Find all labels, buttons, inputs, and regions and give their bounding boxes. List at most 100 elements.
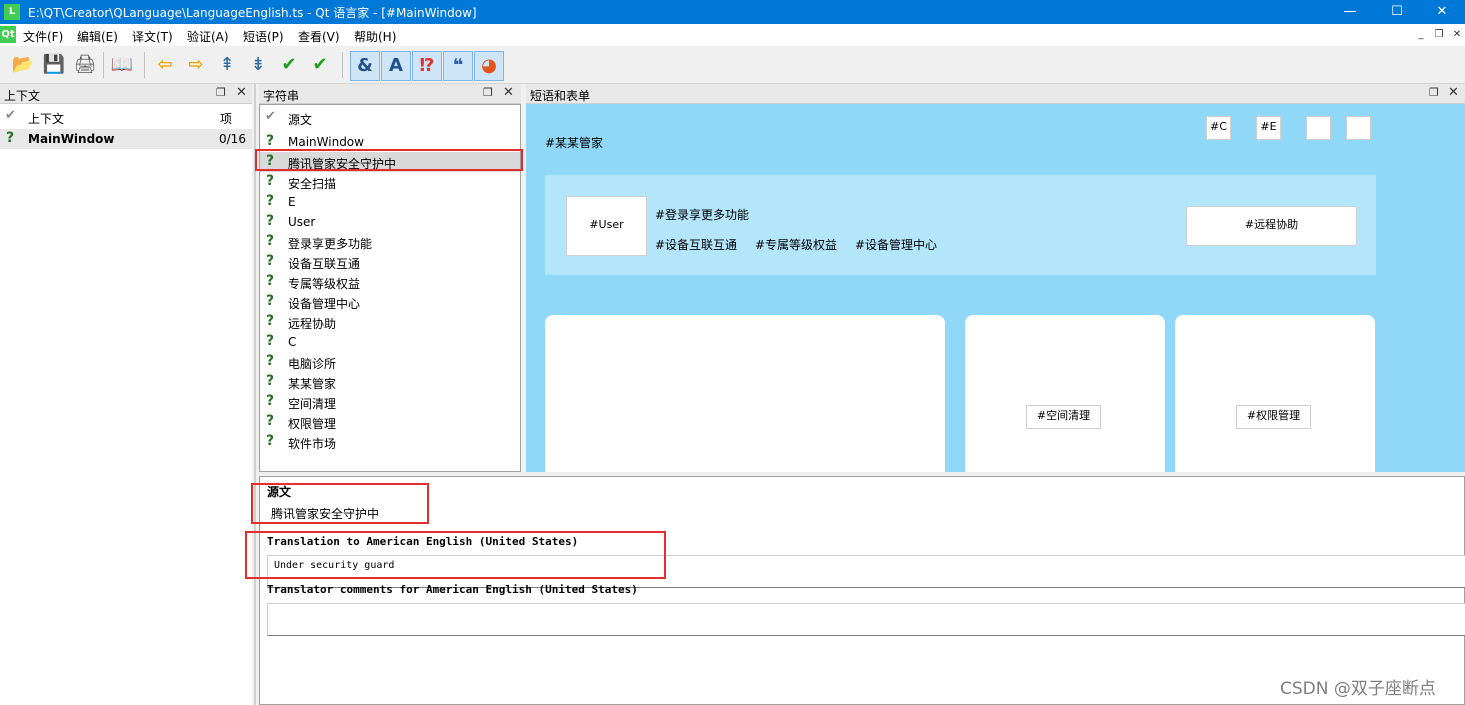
string-row[interactable]: ? 空间清理 (260, 392, 520, 412)
print-icon[interactable]: 🖨 (71, 51, 99, 79)
strings-list-header: ✔ 源文 (260, 109, 520, 129)
done-icon[interactable]: ✔ (275, 51, 303, 79)
question-mark-icon: ? (266, 133, 275, 149)
context-row-mainwindow[interactable]: ? MainWindow 0/16 (0, 129, 252, 149)
prev-icon[interactable]: ⇦ (151, 51, 179, 79)
login-more-label: #登录享更多功能 (655, 208, 750, 222)
string-row[interactable]: ? 设备管理中心 (260, 292, 520, 312)
card-space-clean: #空间清理 (965, 315, 1165, 472)
toolbar-separator (103, 52, 104, 78)
prev-unfinished-icon[interactable]: ⇞ (213, 51, 241, 79)
link-privileges[interactable]: #专属等级权益 (755, 236, 837, 253)
close-button[interactable]: ✕ (1419, 0, 1465, 24)
form-button-e[interactable]: #E (1256, 116, 1281, 140)
link-devices[interactable]: #设备互联互通 (655, 236, 737, 253)
string-source-text: 软件市场 (288, 437, 337, 451)
string-row[interactable]: ? 权限管理 (260, 412, 520, 432)
phrasebook-icon[interactable]: 📖 (108, 51, 136, 79)
punctuation-icon[interactable]: A (381, 51, 411, 81)
strings-list: ✔ 源文 ? MainWindow? 腾讯管家安全守护中? 安全扫描? E? User? 登… (259, 104, 521, 472)
phrase-matches-icon[interactable]: ⁉ (412, 51, 442, 81)
close-icon[interactable]: ✕ (236, 85, 247, 100)
string-source-text: 权限管理 (288, 417, 337, 431)
form-button-blank-2[interactable] (1346, 116, 1371, 140)
string-row[interactable]: ? 设备互联互通 (260, 252, 520, 272)
menu-file[interactable]: 文件(F) (23, 28, 63, 45)
mdi-minimize-button[interactable]: _ (1413, 27, 1429, 42)
placeholders-icon[interactable]: ❝ (443, 51, 473, 81)
menu-view[interactable]: 查看(V) (298, 28, 340, 45)
comments-label: Translator comments for American English… (267, 583, 638, 596)
context-panel-title: 上下文 (4, 89, 41, 103)
float-icon[interactable]: ❐ (216, 86, 226, 99)
question-mark-icon: ? (266, 293, 275, 309)
minimize-button[interactable]: — (1327, 0, 1373, 24)
string-source-text: 登录享更多功能 (288, 237, 373, 251)
toolbar-separator (342, 52, 343, 78)
question-mark-icon: ? (266, 333, 275, 349)
card-permissions: #权限管理 (1175, 315, 1375, 472)
string-row[interactable]: ? E (260, 192, 520, 212)
user-button[interactable]: #User (566, 196, 647, 256)
translation-label: Translation to American English (United … (267, 535, 579, 548)
string-row[interactable]: ? 某某管家 (260, 372, 520, 392)
maximize-button[interactable]: ☐ (1374, 0, 1420, 24)
next-unfinished-icon[interactable]: ⇟ (244, 51, 272, 79)
question-mark-icon: ? (266, 413, 275, 429)
form-panel-header: 短语和表单 ❐ ✕ (526, 84, 1465, 104)
question-mark-icon: ? (266, 253, 275, 269)
done-next-icon[interactable]: ✔ (306, 51, 334, 79)
menu-phrases[interactable]: 短语(P) (243, 28, 284, 45)
float-icon[interactable]: ❐ (483, 86, 493, 99)
check-icon: ✔ (5, 108, 16, 123)
translation-editor: 源文 腾讯管家安全守护中 Translation to American Eng… (259, 476, 1465, 705)
remote-assist-button[interactable]: #远程协助 (1186, 206, 1357, 246)
string-source-text: C (288, 335, 297, 349)
form-button-c[interactable]: #C (1206, 116, 1231, 140)
question-mark-icon: ? (266, 233, 275, 249)
string-row[interactable]: ? User (260, 212, 520, 232)
column-context[interactable]: 上下文 (28, 110, 64, 127)
menu-translation[interactable]: 译文(T) (132, 28, 173, 45)
string-row[interactable]: ? 登录享更多功能 (260, 232, 520, 252)
link-device-center[interactable]: #设备管理中心 (855, 236, 937, 253)
toolbar: 📂 💾 🖨 📖 ⇦ ⇨ ⇞ ⇟ ✔ ✔ & A ⁉ ❝ ◕ (0, 46, 1465, 84)
question-mark-icon: ? (266, 393, 275, 409)
string-row[interactable]: ? 腾讯管家安全守护中 (260, 152, 520, 172)
menu-validation[interactable]: 验证(A) (187, 28, 229, 45)
accelerators-icon[interactable]: & (350, 51, 380, 81)
mdi-restore-button[interactable]: ❐ (1431, 27, 1447, 42)
save-icon[interactable]: 💾 (40, 51, 68, 79)
splitter[interactable] (254, 84, 256, 705)
string-row[interactable]: ? 电脑诊所 (260, 352, 520, 372)
menu-edit[interactable]: 编辑(E) (77, 28, 118, 45)
next-icon[interactable]: ⇨ (182, 51, 210, 79)
string-row[interactable]: ? 远程协助 (260, 312, 520, 332)
string-row[interactable]: ? MainWindow (260, 132, 520, 152)
string-row[interactable]: ? 软件市场 (260, 432, 520, 452)
qt-logo-icon: Qt (0, 26, 16, 43)
close-icon[interactable]: ✕ (503, 85, 514, 100)
question-mark-icon: ? (266, 153, 275, 169)
question-mark-icon: ? (266, 213, 275, 229)
surrounding-whitespace-icon[interactable]: ◕ (474, 51, 504, 81)
float-icon[interactable]: ❐ (1429, 86, 1439, 99)
check-icon: ✔ (265, 109, 276, 124)
string-row[interactable]: ? 安全扫描 (260, 172, 520, 192)
string-source-text: 电脑诊所 (288, 357, 337, 371)
space-clean-button[interactable]: #空间清理 (1026, 405, 1101, 429)
comments-input[interactable] (267, 603, 1465, 636)
mdi-close-button[interactable]: ✕ (1449, 27, 1465, 42)
column-source[interactable]: 源文 (288, 111, 312, 128)
string-row[interactable]: ? 专属等级权益 (260, 272, 520, 292)
string-row[interactable]: ? C (260, 332, 520, 352)
string-source-text: 腾讯管家安全守护中 (288, 157, 397, 171)
column-items[interactable]: 项 (220, 110, 232, 127)
open-icon[interactable]: 📂 (9, 51, 37, 79)
linguist-app-icon: L (4, 4, 20, 20)
permissions-button[interactable]: #权限管理 (1236, 405, 1311, 429)
close-icon[interactable]: ✕ (1448, 85, 1459, 100)
form-button-blank-1[interactable] (1306, 116, 1331, 140)
menu-help[interactable]: 帮助(H) (354, 28, 396, 45)
question-mark-icon: ? (266, 193, 275, 209)
